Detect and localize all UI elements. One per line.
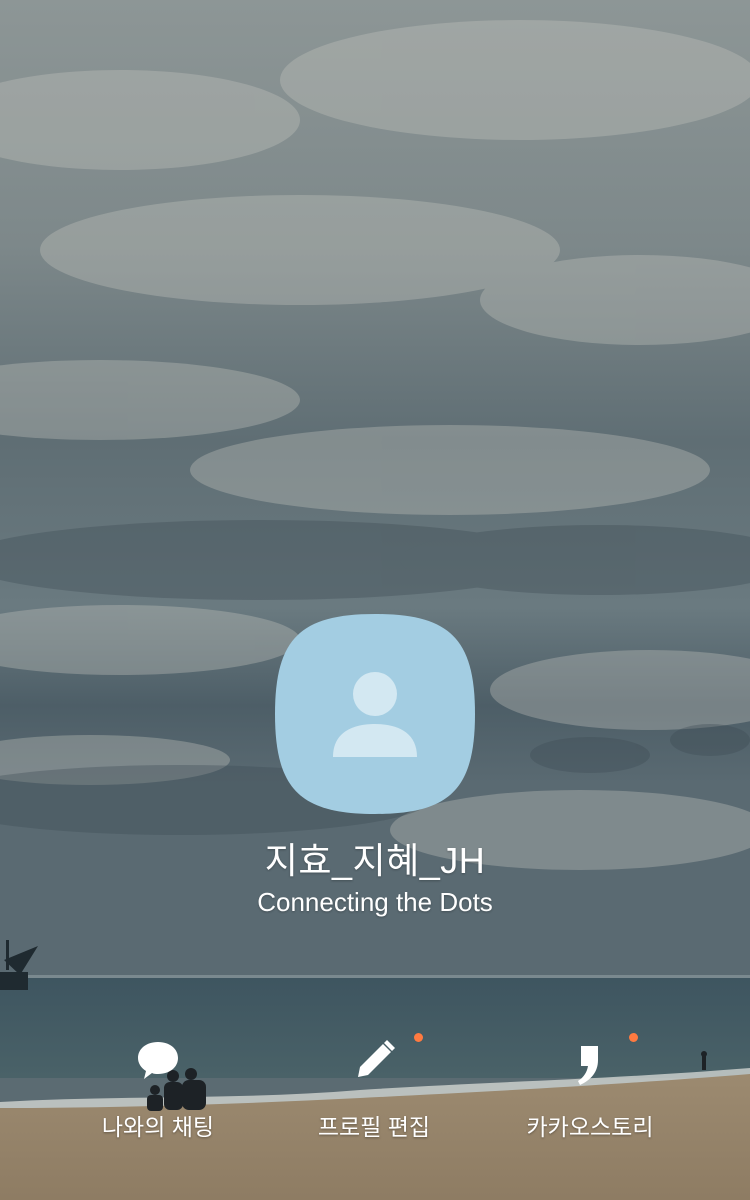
profile-avatar[interactable] <box>275 614 475 814</box>
kakaostory-comma-icon <box>578 1046 598 1085</box>
background-photo <box>0 0 750 1200</box>
edit-profile-label: 프로필 편집 <box>317 1114 431 1140</box>
chat-with-me-button[interactable]: 나와의 채팅 <box>48 1030 268 1140</box>
profile-name[interactable]: 지효_지혜_JH <box>0 832 750 884</box>
speech-bubble-icon <box>138 1042 178 1079</box>
default-profile-icon <box>275 614 475 814</box>
profile-action-bar: 나와의 채팅 프로필 편집 카카오스토리 <box>0 1030 750 1150</box>
status-message[interactable]: Connecting the Dots <box>0 887 750 918</box>
kakaostory-button[interactable]: 카카오스토리 <box>480 1030 700 1140</box>
new-badge-dot <box>629 1033 638 1042</box>
new-badge-dot <box>414 1033 423 1042</box>
edit-profile-button[interactable]: 프로필 편집 <box>264 1030 484 1140</box>
kakaostory-label: 카카오스토리 <box>526 1114 654 1140</box>
pencil-icon <box>358 1040 395 1077</box>
chat-with-me-label: 나와의 채팅 <box>101 1114 215 1140</box>
